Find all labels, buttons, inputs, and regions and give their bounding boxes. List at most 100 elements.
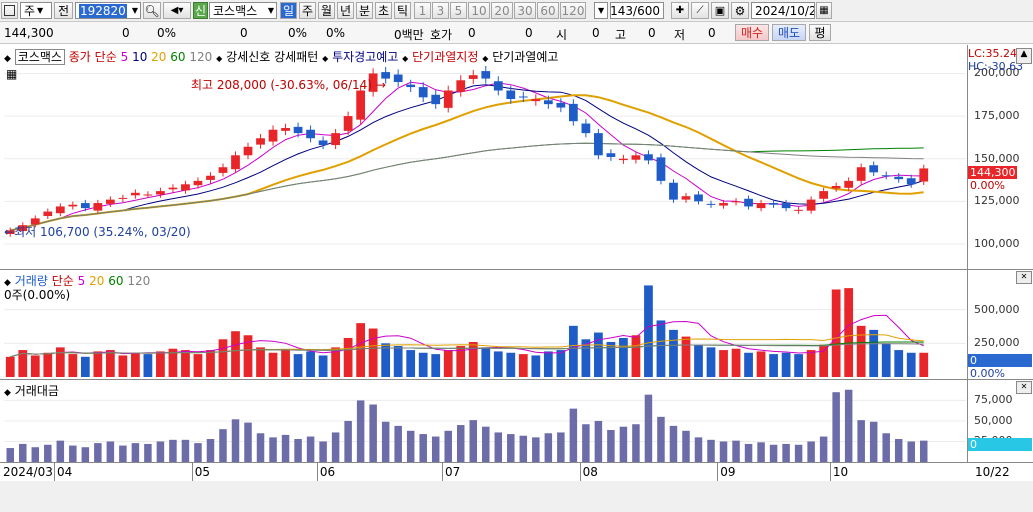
candle-body [343,116,353,131]
candle-body [293,126,303,134]
legend-sma-label: 단순 [94,50,117,64]
high-label: 고 [615,28,627,42]
volume-bar [343,337,353,377]
amount-bar [56,440,65,462]
tool-button-2[interactable]: ⟋ [691,2,709,19]
amount-bar [181,439,190,462]
period-tab-5[interactable]: 초 [375,2,392,19]
stock-code-input[interactable]: 192820 ▼ [75,2,141,19]
tool-button-1[interactable]: ✚ [671,2,689,19]
window-menu-button[interactable] [1,2,18,19]
amount-bar [632,424,640,462]
change-value: 0 [122,26,130,40]
stock-name-field[interactable]: 코스맥스 ▼ [209,2,277,19]
amount-rate: 0% [326,26,346,40]
table-grid-icon[interactable]: ▦ [6,67,17,81]
amount-bar [31,447,40,462]
volume-bar [819,344,829,377]
save-button[interactable]: ▣ [711,2,729,19]
volume-bar [769,354,778,377]
interval-tab-1[interactable]: 3 [432,2,449,19]
volume-bar [556,350,566,377]
date-input[interactable]: 2024/10/22 [751,2,815,19]
candle-body [143,194,153,196]
amount-bar [694,437,703,462]
amount-bar [607,429,615,462]
candle-body [168,187,178,190]
chart-draw-icon: ⟋ [696,5,704,16]
period-tab-2[interactable]: 월 [318,2,335,19]
amount-bar [194,443,202,462]
sell-button[interactable]: 매도 [772,24,806,41]
candle-body [769,203,778,205]
amount-bar [719,441,728,462]
period-tab-6[interactable]: 틱 [394,2,411,19]
count-value: 143/600 [610,3,660,18]
volume-last-rate: 0.00% [970,367,1005,380]
candle-body [744,198,753,207]
interval-tab-5[interactable]: 30 [514,2,536,19]
volume-bar [143,354,153,377]
amount-bar [657,416,665,462]
amount-bar [294,439,302,462]
interval-tab-3[interactable]: 10 [468,2,490,19]
legend-overheat-notice: 단기과열예고 [492,50,559,64]
settings-button[interactable]: ⚙ [731,2,749,19]
ma20-line [10,94,924,232]
amount-bar [6,448,15,462]
interval-dropdown[interactable]: ▼ [594,2,608,19]
xaxis-month-label: 06 [319,465,336,479]
volume-bar [418,352,428,377]
volume-chart-panel[interactable]: 500,000 250,000 ◆ 거래량 단순 5 20 60 120 0주(0… [0,270,1033,380]
tab-jeon[interactable]: 전 [54,2,73,19]
price-chart-panel[interactable]: 200,000 175,000 150,000 125,000 100,000 ◆ 코스… [0,45,1033,270]
volume-panel-button[interactable]: ✕ [1016,271,1032,284]
sound-button[interactable]: ◀▾ [163,2,191,19]
count-input[interactable]: 143/600 [610,2,664,19]
volume-bar [781,352,791,377]
amount-bar [419,434,427,462]
candle-body [531,99,541,102]
price-y-tick: 100,000 [974,236,1020,250]
market-type-select[interactable]: 주 ▼ [20,2,52,19]
legend-stock-name: 코스맥스 [14,49,65,65]
price-legend: ◆ 코스맥스 종가 단순 5 10 20 60 120 ◆ 강세신호 강세패턴 … [4,48,558,65]
amount-bar [919,440,928,462]
candle-body [619,158,628,161]
amount-chart-canvas[interactable] [0,380,967,462]
period-tab-1[interactable]: 주 [299,2,316,19]
interval-tab-6[interactable]: 60 [537,2,559,19]
amount-bar [819,436,828,462]
interval-tab-0[interactable]: 1 [414,2,431,19]
search-button[interactable]: 🔍︎ [143,2,161,19]
period-tab-3[interactable]: 년 [337,2,354,19]
amount-chart-panel[interactable]: 75,00050,00025,000 ◆ 거래대금 0 ✕ [0,380,1033,463]
volume-bar [181,350,190,377]
interval-tab-7[interactable]: 120 [560,2,586,19]
calendar-button[interactable]: ▦ [816,2,832,19]
interval-tab-4[interactable]: 20 [491,2,513,19]
buy-button[interactable]: 매수 [735,24,769,41]
scroll-up-button[interactable]: ▲ [1016,48,1032,64]
candle-body [731,201,741,203]
average-button[interactable]: 평 [809,24,831,41]
calendar-icon: ▦ [819,5,829,16]
current-price: 144,300 [4,26,54,40]
interval-tab-2[interactable]: 5 [450,2,467,19]
volume-bar [131,352,140,377]
new-listing-badge: 신 [193,2,208,19]
legend-close-label: 종가 [68,50,91,64]
volume-bar [869,329,879,377]
candle-body [43,211,53,217]
period-tab-4[interactable]: 분 [356,2,373,19]
period-tab-0[interactable]: 일 [280,2,297,19]
amount-panel-button[interactable]: ✕ [1016,381,1032,394]
amount-bar [94,443,102,462]
volume-bar [105,350,115,377]
arrow-right-icon: → [375,78,386,92]
volume-bar [406,350,416,377]
price-y-tick: 125,000 [974,194,1020,208]
candle-body [856,167,866,181]
collapse-icon: ◆ [4,54,11,64]
amount-bar [331,432,340,462]
